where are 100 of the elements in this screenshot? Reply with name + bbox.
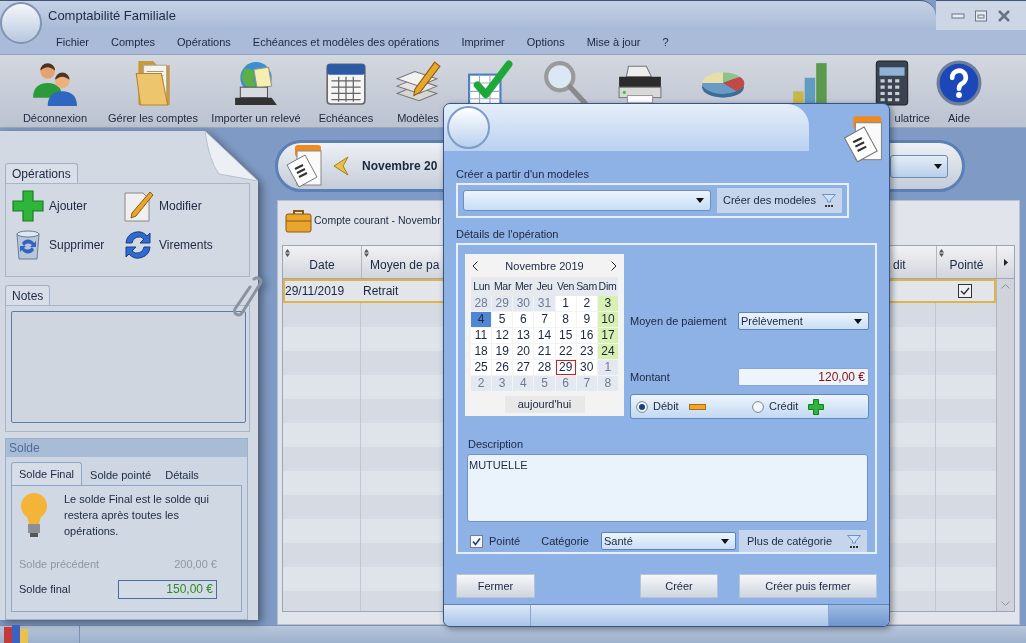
minus-icon <box>688 403 706 410</box>
toolbar-button[interactable]: Importer un relevé <box>211 60 301 125</box>
add-button[interactable]: Ajouter <box>12 189 88 222</box>
calendar-day[interactable]: 28 <box>534 359 555 375</box>
balance-tab[interactable]: Détails <box>159 465 205 485</box>
column-header[interactable]: Moyen de pa <box>370 256 440 274</box>
weekday-label: Dim <box>597 278 618 294</box>
calendar-day[interactable]: 23 <box>576 343 597 359</box>
notes-tab[interactable]: Notes <box>5 285 51 305</box>
pointed-checkbox[interactable]: Pointé <box>470 532 521 550</box>
calendar-day[interactable]: 24 <box>597 343 618 359</box>
payment-select[interactable]: Prélèvement <box>738 312 869 330</box>
menu-item[interactable]: Comptes <box>111 35 156 49</box>
calendar-day[interactable]: 10 <box>597 311 618 327</box>
radio-option[interactable]: Crédit <box>752 398 799 415</box>
calendar-day[interactable]: 19 <box>492 343 513 359</box>
description-field[interactable]: MUTUELLE <box>467 454 868 522</box>
today-button[interactable]: aujourd'hui <box>504 395 585 413</box>
sort-icon[interactable] <box>939 249 944 257</box>
transfers-button[interactable]: Virements <box>122 228 213 261</box>
calendar-day[interactable]: 5 <box>492 311 513 327</box>
toolbar-button[interactable]: Déconnexion <box>22 60 88 125</box>
menu-item[interactable]: Fichier <box>56 35 89 49</box>
calendar-day[interactable]: 7 <box>534 311 555 327</box>
calendar-day[interactable]: 30 <box>576 359 597 375</box>
desk-calendar-icon <box>285 143 323 189</box>
dialog-button[interactable]: Fermer <box>456 574 535 598</box>
toolbar-button[interactable] <box>542 60 588 106</box>
radio-icon[interactable] <box>752 400 764 413</box>
dialog-button[interactable]: Créer <box>640 574 718 598</box>
calendar-day[interactable]: 4 <box>471 311 492 327</box>
calendar-day[interactable]: 6 <box>513 311 534 327</box>
toolbar-button[interactable]: Echéances <box>318 60 374 125</box>
category-select[interactable]: Santé <box>601 532 736 550</box>
menu-item[interactable]: ? <box>662 35 669 49</box>
edit-button[interactable]: Modifier <box>122 189 202 222</box>
balance-tab[interactable]: Solde Final <box>11 462 83 485</box>
calendar-day[interactable]: 27 <box>513 359 534 375</box>
operations-tab[interactable]: Opérations <box>5 163 78 183</box>
sort-icon[interactable] <box>285 249 290 257</box>
dialog-button[interactable]: Créer puis fermer <box>739 574 877 598</box>
menu-item[interactable]: Echéances et modèles des opérations <box>252 35 440 49</box>
right-arrow-icon[interactable] <box>1003 258 1008 266</box>
calendar-day[interactable]: 21 <box>534 343 555 359</box>
period-title: Novembre 20 <box>362 158 438 175</box>
column-header[interactable]: dit <box>893 256 906 274</box>
toolbar-button[interactable]: Modèles <box>395 60 441 125</box>
calendar-day[interactable]: 17 <box>597 327 618 343</box>
calendar-day[interactable]: 8 <box>555 311 576 327</box>
calendar-day[interactable]: 15 <box>555 327 576 343</box>
calendar-day[interactable]: 8 <box>597 375 618 391</box>
column-header[interactable]: Pointé <box>949 256 984 274</box>
calendar-day[interactable]: 5 <box>534 375 555 391</box>
column-header[interactable]: Date <box>309 256 335 274</box>
calendar-day[interactable]: 7 <box>576 375 597 391</box>
checkbox-icon[interactable] <box>958 284 972 298</box>
calendar-day[interactable]: 11 <box>471 327 492 343</box>
calendar-day[interactable]: 16 <box>576 327 597 343</box>
calendar-day[interactable]: 4 <box>513 375 534 391</box>
checkbox-icon[interactable] <box>470 534 483 548</box>
menu-item[interactable]: Options <box>526 35 565 49</box>
calendar-day[interactable]: 25 <box>471 359 492 375</box>
lightbulb-icon <box>19 491 49 539</box>
field-label: Catégorie <box>541 533 589 549</box>
radio-icon[interactable] <box>636 400 648 413</box>
calendar-day[interactable]: 14 <box>534 327 555 343</box>
amount-field[interactable]: 120,00 € <box>738 368 869 386</box>
calendar-day[interactable]: 18 <box>471 343 492 359</box>
sort-icon[interactable] <box>364 249 369 257</box>
calendar-day[interactable]: 29 <box>555 359 576 375</box>
radio-option[interactable]: Débit <box>636 398 679 415</box>
toolbar-button[interactable]: Gérer les comptes <box>108 60 198 125</box>
menu-item[interactable]: Mise à jour <box>586 35 641 49</box>
calendar-day[interactable]: 9 <box>576 311 597 327</box>
maximize-icon[interactable] <box>974 9 988 22</box>
period-dropdown[interactable] <box>890 154 948 178</box>
toolbar-button[interactable]: Aide <box>936 60 982 125</box>
notes-field[interactable] <box>11 311 246 423</box>
calendar-day[interactable]: 6 <box>555 375 576 391</box>
calendar-day[interactable]: 20 <box>513 343 534 359</box>
calendar-day[interactable]: 13 <box>513 327 534 343</box>
calendar-day[interactable]: 2 <box>471 375 492 391</box>
create-templates-button[interactable]: Créer des modeles <box>717 188 842 213</box>
chevron-right-icon[interactable] <box>611 261 617 272</box>
balance-tab[interactable]: Solde pointé <box>84 465 158 485</box>
menu-item[interactable]: Opérations <box>177 35 231 49</box>
folded-corner-drawing <box>205 131 258 181</box>
calendar-day[interactable]: 12 <box>492 327 513 343</box>
calendar-day[interactable]: 3 <box>492 375 513 391</box>
close-icon[interactable] <box>997 9 1011 22</box>
menu-item[interactable]: Imprimer <box>461 35 505 49</box>
left-arrow-icon[interactable] <box>333 156 349 176</box>
chevron-left-icon[interactable] <box>472 261 478 272</box>
template-combobox[interactable] <box>463 190 711 211</box>
calendar-day[interactable]: 1 <box>597 359 618 375</box>
calendar-day[interactable]: 26 <box>492 359 513 375</box>
more-categories-button[interactable]: Plus de catégorie <box>739 530 867 552</box>
delete-button[interactable]: Supprimer <box>12 228 105 261</box>
pencil-note-icon <box>122 189 154 222</box>
calendar-day[interactable]: 22 <box>555 343 576 359</box>
